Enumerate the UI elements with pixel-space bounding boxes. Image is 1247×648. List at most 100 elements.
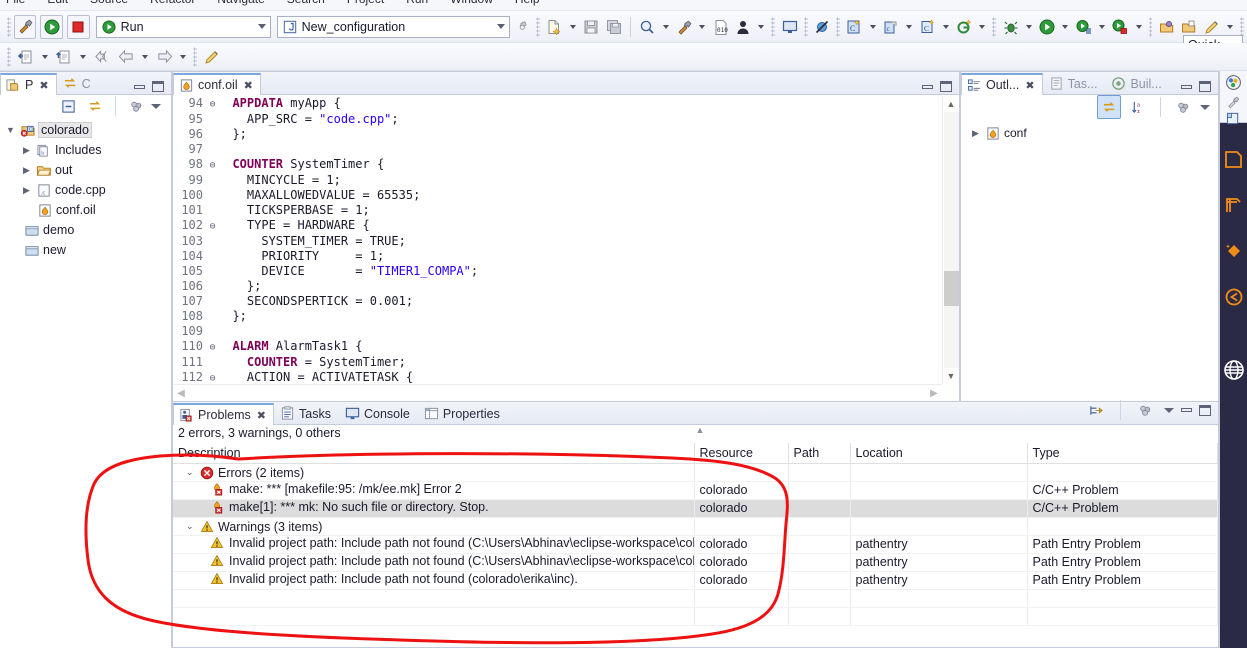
table-row[interactable]: Invalid project path: Include path not f…	[173, 553, 1218, 572]
tree-item-demo[interactable]: demo	[4, 220, 171, 240]
tree-item-code-cpp[interactable]: ▶ .c code.cpp	[4, 180, 171, 200]
cell-description[interactable]: Invalid project path: Include path not f…	[173, 553, 695, 572]
menu-item-navigate[interactable]: Navigate	[217, 0, 264, 5]
scroll-thumb[interactable]	[944, 271, 959, 306]
tab-tasks[interactable]: Tas...	[1043, 72, 1106, 94]
view-menu-icon[interactable]	[151, 103, 161, 109]
close-icon[interactable]: ✖	[257, 409, 266, 422]
debug-dropdown-icon[interactable]	[1025, 24, 1032, 29]
tree-item-out[interactable]: ▶ out	[4, 160, 171, 180]
new-general-dropdown-icon[interactable]	[979, 24, 986, 29]
scroll-right-icon[interactable]: ▶	[926, 385, 942, 401]
menu-item-search[interactable]: Search	[287, 0, 325, 5]
outline-item-conf[interactable]: ▶ conf	[969, 123, 1218, 143]
scroll-left-icon[interactable]: ◀	[173, 385, 189, 401]
strip-icon-globe[interactable]	[1220, 359, 1247, 381]
search-button[interactable]	[636, 15, 659, 39]
code-editor[interactable]: 94 ⊖ APPDATA myApp { 95 APP_SRC = "code.c…	[173, 96, 959, 401]
launch-config-combo[interactable]: New_configuration	[276, 15, 510, 38]
skip-breakpoints-button[interactable]	[811, 15, 834, 39]
view-menu-icon[interactable]	[1200, 104, 1210, 110]
tab-build[interactable]: Buil...	[1105, 72, 1169, 94]
link-with-editor-button[interactable]	[83, 94, 107, 118]
table-group-row[interactable]: ⌄ Errors (2 items)	[173, 463, 1218, 482]
scroll-up-icon[interactable]: ▲	[943, 96, 959, 112]
column-header-type[interactable]: Type	[1027, 443, 1218, 464]
focus-on-selection-button[interactable]	[1084, 398, 1108, 422]
view-menu-filter-button[interactable]	[124, 94, 148, 118]
tab-c-view[interactable]: C	[57, 72, 99, 94]
build-hammer-button[interactable]	[673, 15, 696, 39]
export-dropdown-icon[interactable]	[80, 54, 86, 59]
view-menu-icon[interactable]	[1164, 407, 1174, 413]
strip-icon-circle-arrow[interactable]	[1220, 287, 1247, 307]
twisty-icon[interactable]: ▶	[969, 128, 982, 139]
table-group-row[interactable]: ⌄ Warnings (3 items)	[173, 517, 1218, 536]
run-last-button[interactable]	[1109, 15, 1132, 39]
twisty-icon[interactable]: ▶	[20, 185, 33, 196]
stop-button[interactable]	[67, 14, 90, 39]
table-row[interactable]	[173, 607, 1218, 626]
menu-item-window[interactable]: Window	[450, 0, 493, 5]
source-code[interactable]: 94 ⊖ APPDATA myApp { 95 APP_SRC = "code.c…	[173, 96, 942, 384]
column-header-resource[interactable]: Resource	[694, 443, 789, 464]
new-file-button[interactable]	[543, 15, 566, 39]
menu-item-source[interactable]: Source	[90, 0, 128, 5]
minimize-icon[interactable]	[1181, 408, 1192, 412]
strip-icon-folder[interactable]	[1220, 149, 1247, 169]
console-button[interactable]	[778, 15, 801, 39]
cell-description[interactable]: Invalid project path: Include path not f…	[173, 535, 695, 554]
editor-horizontal-scrollbar[interactable]: ◀ ▶	[173, 384, 942, 401]
search-dropdown-icon[interactable]	[662, 24, 669, 29]
twisty-icon[interactable]: ▼	[4, 125, 17, 135]
open-type-button[interactable]	[1155, 15, 1178, 39]
new-class-dropdown-icon[interactable]	[942, 24, 949, 29]
tree-item-new[interactable]: new	[4, 240, 171, 260]
collapse-all-button[interactable]	[56, 94, 80, 118]
strip-icon-crane[interactable]	[1220, 195, 1247, 215]
table-row[interactable]	[173, 589, 1218, 608]
filter-button[interactable]	[1171, 95, 1195, 119]
run-toolbar-button[interactable]	[1036, 15, 1059, 39]
menu-item-edit[interactable]: Edit	[47, 0, 68, 5]
tab-outline[interactable]: Outl... ✖	[961, 73, 1043, 95]
twisty-icon[interactable]: ⌄	[186, 521, 196, 532]
twisty-icon[interactable]: ▶	[20, 165, 33, 176]
new-c-file-dropdown-icon[interactable]	[906, 24, 913, 29]
export-button[interactable]	[52, 45, 76, 69]
import-button[interactable]	[14, 45, 38, 69]
pencil-dropdown-icon[interactable]	[1227, 24, 1234, 29]
new-c-project-dropdown-icon[interactable]	[869, 24, 876, 29]
pencil-button-2[interactable]	[200, 45, 224, 69]
scroll-down-icon[interactable]: ▼	[943, 368, 959, 384]
tab-project-explorer[interactable]: P ✖	[0, 73, 57, 95]
table-row[interactable]: make[1]: *** mk: No such file or directo…	[173, 499, 1218, 518]
cell-description[interactable]	[173, 589, 695, 608]
tree-item-includes[interactable]: ▶ h Includes	[4, 140, 171, 160]
restore-view-icon[interactable]	[1226, 111, 1241, 126]
maximize-icon[interactable]	[152, 81, 164, 92]
tab-conf-oil[interactable]: conf.oil ✖	[173, 73, 261, 95]
run-dropdown-icon[interactable]	[1062, 24, 1069, 29]
close-icon[interactable]: ✖	[1025, 79, 1034, 92]
new-class-button[interactable]: C	[916, 15, 939, 39]
strip-icon-diamond[interactable]	[1220, 241, 1247, 261]
user-dropdown-icon[interactable]	[758, 24, 765, 29]
column-header-location[interactable]: Location	[850, 443, 1028, 464]
previous-dropdown-icon[interactable]	[142, 54, 148, 59]
user-button[interactable]	[732, 15, 755, 39]
minimize-icon[interactable]	[134, 84, 145, 89]
sort-button[interactable]: a z	[1126, 95, 1150, 119]
debug-button[interactable]	[999, 15, 1022, 39]
perspective-icon[interactable]	[1225, 74, 1242, 91]
editor-vertical-scrollbar[interactable]: ▲ ▼	[942, 96, 959, 384]
column-header-description[interactable]: Description	[173, 443, 695, 464]
table-row[interactable]: make: *** [makefile:95: /mk/ee.mk] Error…	[173, 481, 1218, 500]
twisty-icon[interactable]: ⌄	[186, 467, 196, 478]
forward-button[interactable]	[152, 45, 176, 69]
new-file-dropdown-icon[interactable]	[569, 24, 576, 29]
tab-problems[interactable]: Problems ✖	[173, 403, 275, 425]
cell-description[interactable]: ⌄ Errors (2 items)	[173, 463, 695, 482]
twisty-icon[interactable]: ▶	[20, 145, 33, 156]
previous-button[interactable]	[114, 45, 138, 69]
